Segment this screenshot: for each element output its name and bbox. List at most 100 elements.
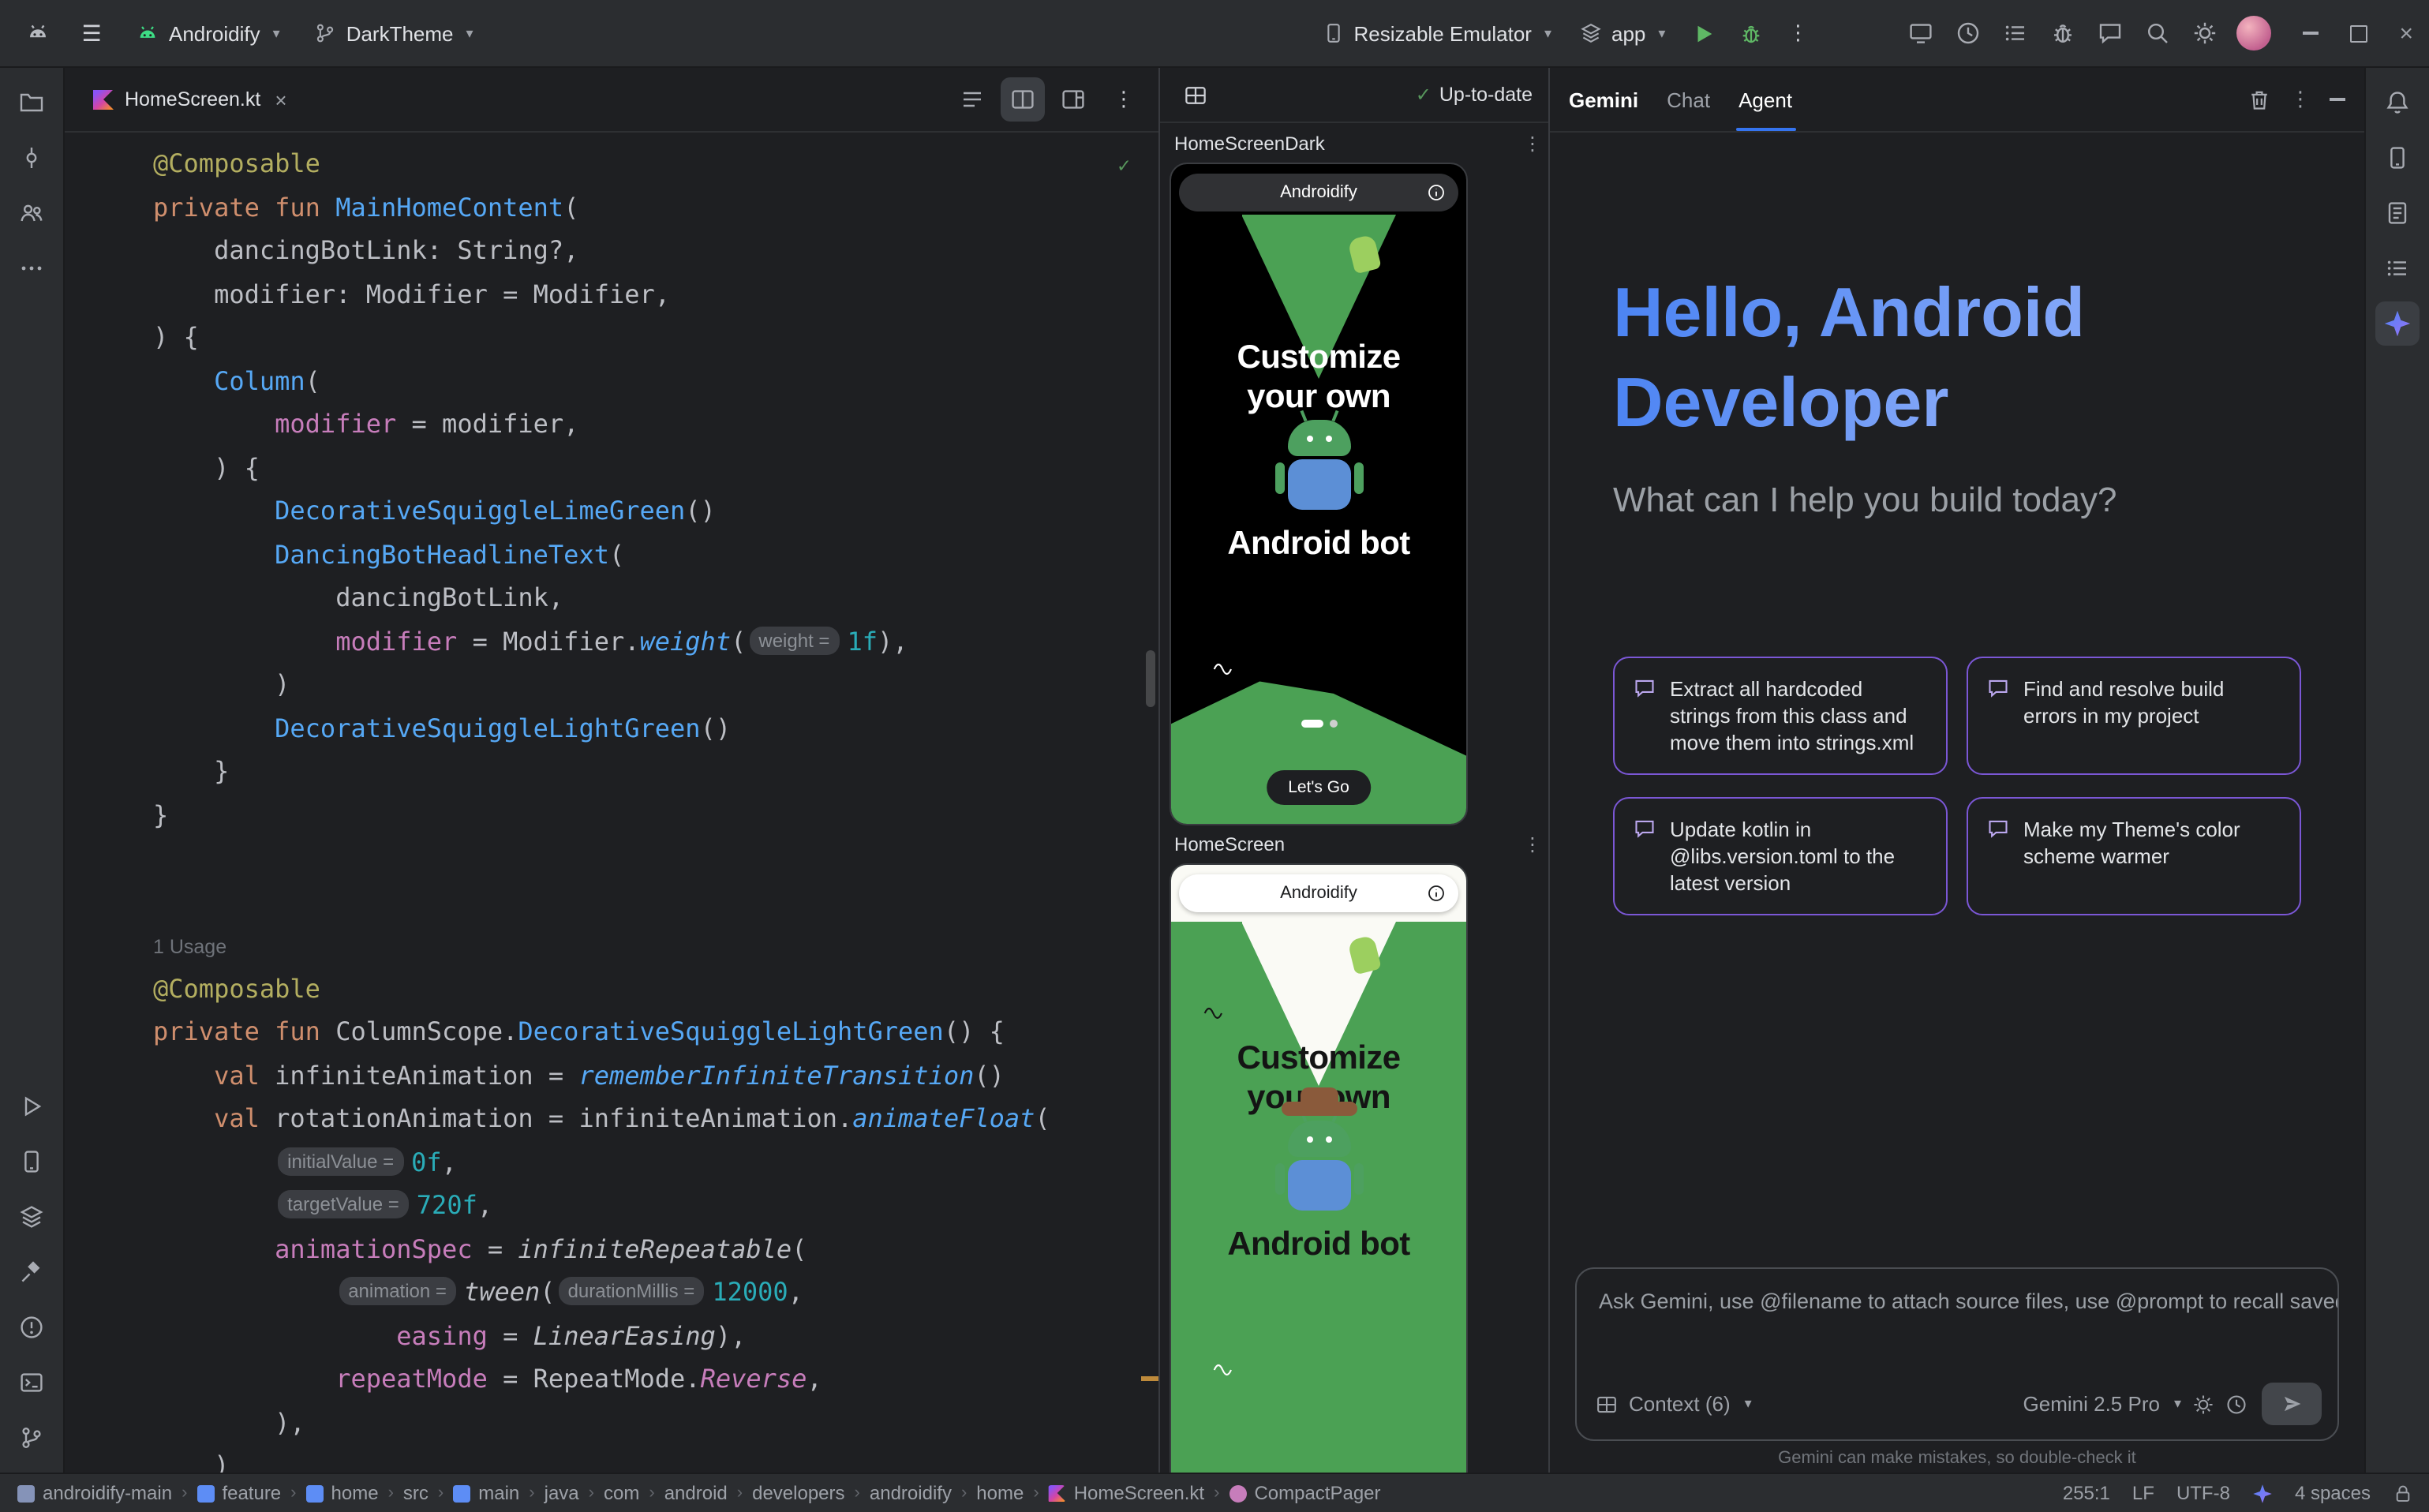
code-editor[interactable]: @Composableprivate fun MainHomeContent( … [65, 133, 1158, 1473]
suggestion-card[interactable]: Make my Theme's color scheme warmer [1967, 797, 2301, 915]
code-line[interactable]: DecorativeSquiggleLightGreen() [153, 706, 1158, 750]
caret-position[interactable]: 255:1 [2063, 1482, 2110, 1504]
tab-chat[interactable]: Chat [1667, 68, 1710, 131]
code-line[interactable]: repeatMode = RepeatMode.Reverse, [153, 1357, 1158, 1401]
code-line[interactable]: modifier: Modifier = Modifier, [153, 272, 1158, 316]
search-icon[interactable] [2135, 11, 2180, 55]
close-window-icon[interactable]: × [2399, 21, 2413, 45]
code-line[interactable]: animationSpec = infiniteRepeatable( [153, 1227, 1158, 1271]
code-line[interactable]: animation =tween(durationMillis =12000, [153, 1271, 1158, 1314]
app-quality-insights-icon[interactable] [2375, 191, 2420, 235]
code-line[interactable]: DecorativeSquiggleLimeGreen() [153, 489, 1158, 533]
code-line[interactable]: ), [153, 1401, 1158, 1444]
trash-icon[interactable] [2247, 88, 2271, 111]
build-variants-icon[interactable] [9, 1195, 54, 1239]
more-tool-windows-icon[interactable] [9, 246, 54, 290]
code-line[interactable] [153, 836, 1158, 880]
feedback-icon[interactable] [2088, 11, 2132, 55]
indent-indicator[interactable]: 4 spaces [2295, 1482, 2371, 1504]
code-line[interactable]: @Composable [153, 967, 1158, 1010]
code-line[interactable]: ) [153, 663, 1158, 706]
device-mirroring-icon[interactable] [1899, 11, 1943, 55]
encoding-indicator[interactable]: UTF-8 [2176, 1482, 2230, 1504]
code-line[interactable] [153, 880, 1158, 923]
breadcrumb-item[interactable]: android [663, 1482, 729, 1504]
split-view-icon[interactable] [1001, 77, 1045, 122]
code-line[interactable]: ) { [153, 446, 1158, 489]
commit-icon[interactable] [9, 136, 54, 180]
code-line[interactable]: targetValue =720f, [153, 1184, 1158, 1227]
run-button[interactable] [1681, 11, 1725, 55]
project-selector[interactable]: Androidify ▾ [123, 15, 293, 51]
settings-icon[interactable] [2183, 11, 2227, 55]
close-tab-icon[interactable]: × [275, 88, 286, 111]
context-selector[interactable]: Context (6) [1629, 1392, 1731, 1416]
lock-icon[interactable] [2393, 1483, 2413, 1503]
hide-panel-icon[interactable] [2330, 98, 2345, 100]
suggestion-card[interactable]: Update kotlin in @libs.version.toml to t… [1613, 797, 1948, 915]
code-line[interactable]: modifier = modifier, [153, 402, 1158, 446]
breadcrumb-item[interactable]: feature [195, 1482, 283, 1504]
code-line[interactable]: dancingBotLink: String?, [153, 229, 1158, 272]
code-line[interactable]: private fun ColumnScope.DecorativeSquigg… [153, 1010, 1158, 1054]
more-actions-icon[interactable]: ⋮ [1776, 11, 1820, 55]
code-line[interactable]: } [153, 793, 1158, 836]
code-line[interactable]: val infiniteAnimation = rememberInfinite… [153, 1054, 1158, 1097]
breadcrumb-item[interactable]: developers [750, 1482, 846, 1504]
editor-only-view-icon[interactable] [950, 77, 994, 122]
model-selector[interactable]: Gemini 2.5 Pro [2023, 1392, 2160, 1416]
code-line[interactable]: private fun MainHomeContent( [153, 185, 1158, 229]
device-selector[interactable]: Resizable Emulator ▾ [1310, 15, 1565, 51]
build-icon[interactable] [9, 1250, 54, 1294]
code-line[interactable]: Column( [153, 359, 1158, 402]
running-devices-icon[interactable] [9, 1140, 54, 1184]
code-line[interactable]: @Composable [153, 142, 1158, 185]
preview-scroll-area[interactable]: HomeScreenDark ⋮ Androidify Customize yo… [1160, 123, 1548, 1473]
code-line[interactable]: val rotationAnimation = infiniteAnimatio… [153, 1097, 1158, 1140]
suggestion-card[interactable]: Extract all hardcoded strings from this … [1613, 657, 1948, 775]
maximize-window-icon[interactable] [2350, 24, 2367, 42]
line-ending-indicator[interactable]: LF [2132, 1482, 2154, 1504]
todo-list-icon[interactable] [1993, 11, 2038, 55]
send-button[interactable] [2262, 1383, 2322, 1425]
preview-more-icon[interactable]: ⋮ [1523, 133, 1542, 155]
breadcrumb-item[interactable]: HomeScreen.kt [1047, 1482, 1206, 1504]
preview-layout-icon[interactable] [1176, 76, 1214, 114]
design-view-icon[interactable] [1051, 77, 1095, 122]
breadcrumb-item[interactable]: src [402, 1482, 430, 1504]
debug-button[interactable] [1728, 11, 1772, 55]
breadcrumb-item[interactable]: androidify-main [16, 1482, 174, 1504]
running-devices-panel-icon[interactable] [2375, 136, 2420, 180]
pull-requests-icon[interactable] [9, 191, 54, 235]
editor-tab[interactable]: HomeScreen.kt × [77, 69, 303, 130]
studio-bot-icon[interactable] [2041, 11, 2085, 55]
preview-more-icon[interactable]: ⋮ [1523, 833, 1542, 855]
assistant-icon[interactable] [2375, 246, 2420, 290]
version-control-icon[interactable] [9, 1416, 54, 1460]
gemini-icon[interactable] [2375, 301, 2420, 346]
code-line[interactable]: easing = LinearEasing), [153, 1314, 1158, 1357]
ai-spark-icon[interactable] [2252, 1483, 2273, 1503]
editor-scrollbar-thumb[interactable] [1146, 650, 1155, 707]
breadcrumb-item[interactable]: java [543, 1482, 581, 1504]
breadcrumb-item[interactable]: home [975, 1482, 1025, 1504]
breadcrumb-item[interactable]: com [602, 1482, 641, 1504]
notifications-icon[interactable] [2375, 80, 2420, 125]
tab-agent[interactable]: Agent [1738, 68, 1792, 131]
code-line[interactable]: 1 Usage [153, 923, 1158, 967]
branch-selector[interactable]: DarkTheme ▾ [302, 15, 486, 51]
user-avatar[interactable] [2236, 16, 2271, 51]
run-tool-icon[interactable] [9, 1084, 54, 1128]
suggestion-card[interactable]: Find and resolve build errors in my proj… [1967, 657, 2301, 775]
code-line[interactable]: ) [153, 1444, 1158, 1473]
breadcrumb-item[interactable]: CompactPager [1227, 1482, 1382, 1504]
gemini-more-icon[interactable]: ⋮ [2290, 87, 2311, 112]
gemini-settings-icon[interactable] [2192, 1393, 2214, 1415]
terminal-icon[interactable] [9, 1360, 54, 1405]
breadcrumb-item[interactable]: main [451, 1482, 521, 1504]
code-line[interactable]: DancingBotHeadlineText( [153, 533, 1158, 576]
profiler-icon[interactable] [1946, 11, 1990, 55]
run-configuration-selector[interactable]: app ▾ [1567, 15, 1678, 51]
project-folder-icon[interactable] [9, 80, 54, 125]
problems-icon[interactable] [9, 1305, 54, 1349]
